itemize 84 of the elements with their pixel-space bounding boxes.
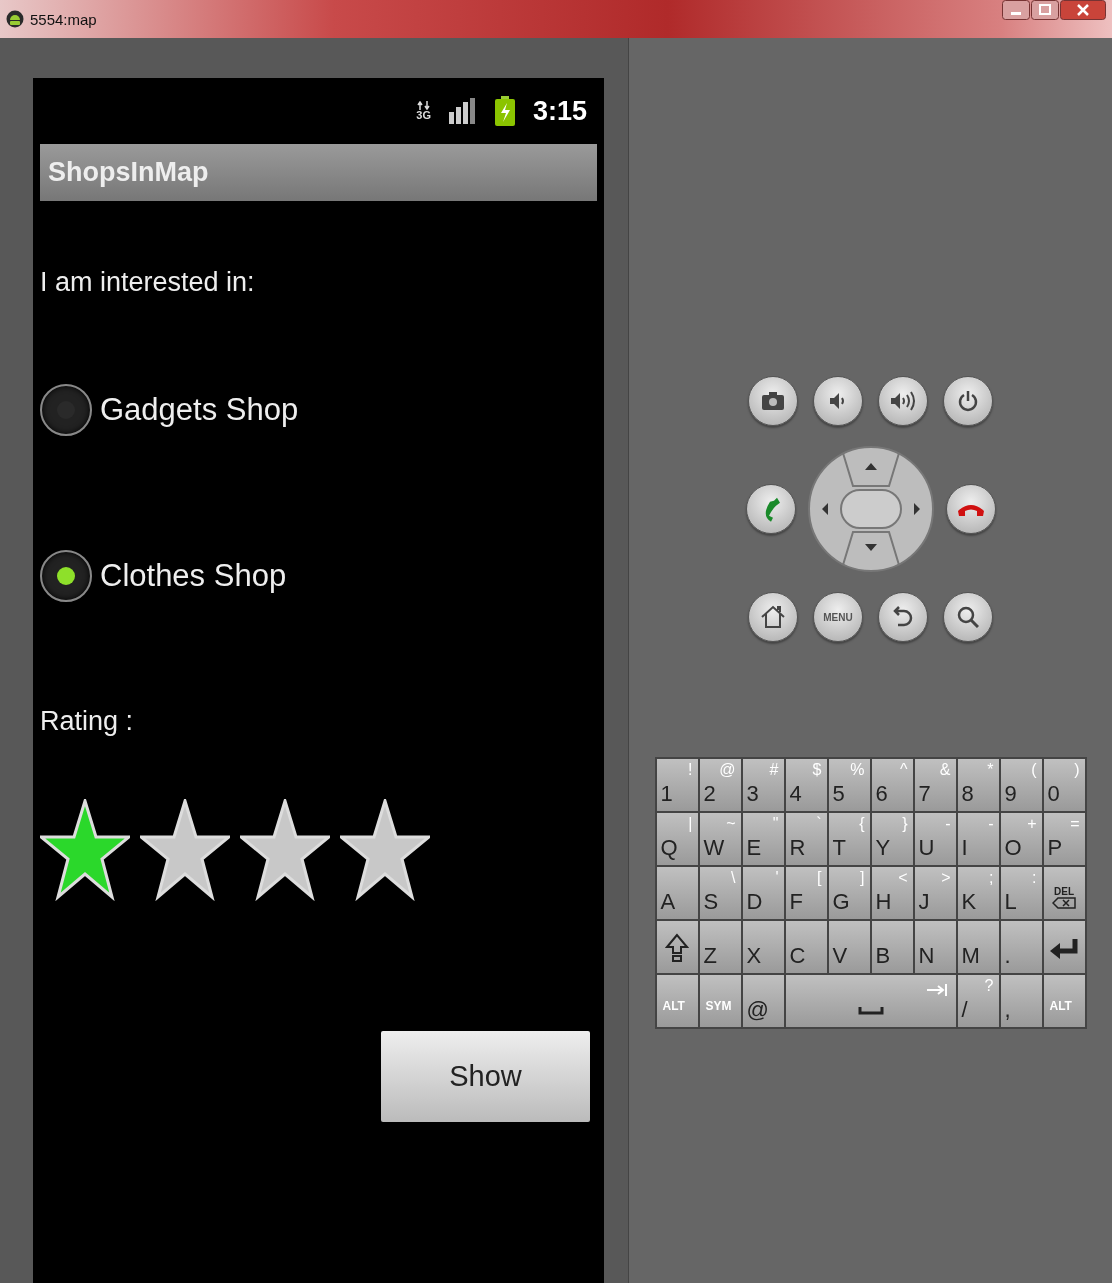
radio-button[interactable] xyxy=(40,384,92,436)
keyboard-key[interactable]: 0 ) xyxy=(1043,759,1085,811)
keyboard-key[interactable]: P = xyxy=(1043,813,1085,865)
radio-label[interactable]: Clothes Shop xyxy=(100,558,287,594)
keyboard-key[interactable]: F [ xyxy=(785,867,827,919)
minimize-button[interactable] xyxy=(1002,0,1030,20)
back-arrow-icon xyxy=(893,605,913,629)
keyboard-key[interactable]: H < xyxy=(871,867,913,919)
enter-icon xyxy=(1048,937,1081,961)
keyboard-key[interactable]: Q | xyxy=(656,813,698,865)
keyboard-key[interactable]: B xyxy=(871,921,913,973)
radio-button[interactable] xyxy=(40,550,92,602)
keyboard-key[interactable]: / ? xyxy=(957,975,999,1027)
call-button[interactable] xyxy=(745,484,796,534)
keyboard-key[interactable]: M xyxy=(957,921,999,973)
keyboard-key[interactable]: 1 ! xyxy=(656,759,698,811)
volume-up-button[interactable] xyxy=(878,376,928,426)
camera-icon xyxy=(762,392,784,410)
android-icon xyxy=(6,10,24,28)
shift-icon xyxy=(664,933,689,963)
keyboard-key[interactable]: J > xyxy=(914,867,956,919)
space-icon xyxy=(857,1007,884,1015)
keyboard-key[interactable]: L : xyxy=(1000,867,1042,919)
menu-button[interactable]: MENU xyxy=(813,592,863,642)
keyboard-key[interactable]: DEL xyxy=(1043,867,1085,919)
directional-pad[interactable] xyxy=(807,446,934,572)
hang-up-icon xyxy=(956,502,985,516)
keyboard-key[interactable]: N xyxy=(914,921,956,973)
back-button[interactable] xyxy=(878,592,928,642)
battery-icon xyxy=(494,96,515,126)
keyboard-key[interactable]: A xyxy=(656,867,698,919)
prompt-label: I am interested in: xyxy=(40,267,256,298)
keyboard-key[interactable]: Y } xyxy=(871,813,913,865)
search-button[interactable] xyxy=(943,592,993,642)
search-icon xyxy=(957,606,979,628)
end-call-button[interactable] xyxy=(945,484,996,534)
keyboard-key[interactable]: @ xyxy=(742,975,784,1027)
camera-button[interactable] xyxy=(748,376,798,426)
power-icon xyxy=(958,390,978,412)
keyboard-key[interactable]: 4 $ xyxy=(785,759,827,811)
keyboard-key[interactable]: 5 % xyxy=(828,759,870,811)
keyboard-key[interactable]: G ] xyxy=(828,867,870,919)
keyboard-key[interactable]: 7 & xyxy=(914,759,956,811)
keyboard-key[interactable]: W ~ xyxy=(699,813,741,865)
keyboard-key[interactable]: 2 @ xyxy=(699,759,741,811)
keyboard-key[interactable]: . xyxy=(1000,921,1042,973)
home-button[interactable] xyxy=(748,592,798,642)
keyboard-key[interactable]: 8 * xyxy=(957,759,999,811)
radio-label[interactable]: Gadgets Shop xyxy=(100,392,299,428)
keyboard-key[interactable]: 3 # xyxy=(742,759,784,811)
tab-icon xyxy=(925,983,948,997)
keyboard-key[interactable]: I - xyxy=(957,813,999,865)
keyboard-key[interactable]: Z xyxy=(699,921,741,973)
keyboard-key[interactable]: X xyxy=(742,921,784,973)
keyboard-key[interactable]: U - xyxy=(914,813,956,865)
maximize-button[interactable] xyxy=(1031,0,1059,20)
keyboard-key[interactable] xyxy=(1043,921,1085,973)
close-button[interactable] xyxy=(1060,0,1106,20)
keyboard-key[interactable]: O + xyxy=(1000,813,1042,865)
keyboard-key[interactable]: 9 ( xyxy=(1000,759,1042,811)
clock-time: 3:15 xyxy=(532,95,587,127)
keyboard-key[interactable] xyxy=(656,921,698,973)
keyboard-key[interactable]: T { xyxy=(828,813,870,865)
volume-down-button[interactable] xyxy=(813,376,863,426)
keyboard-key[interactable]: K ; xyxy=(957,867,999,919)
keyboard-key[interactable]: V xyxy=(828,921,870,973)
rating-label: Rating : xyxy=(40,706,135,737)
speaker-icon xyxy=(829,392,847,410)
signal-icon xyxy=(448,98,477,124)
show-button[interactable]: Show xyxy=(381,1031,590,1122)
speaker-loud-icon xyxy=(890,391,916,411)
keyboard-key[interactable]: S \ xyxy=(699,867,741,919)
network-indicator: 3G xyxy=(416,101,431,121)
keyboard-key[interactable]: D ' xyxy=(742,867,784,919)
keyboard-key[interactable]: E " xyxy=(742,813,784,865)
window-title: 5554:map xyxy=(30,10,97,28)
home-icon xyxy=(760,605,786,629)
power-button[interactable] xyxy=(943,376,993,426)
keyboard-key[interactable]: R ` xyxy=(785,813,827,865)
keyboard-key[interactable]: , xyxy=(1000,975,1042,1027)
backspace-icon xyxy=(1052,897,1076,909)
keyboard-key[interactable]: C xyxy=(785,921,827,973)
app-title: ShopsInMap xyxy=(48,157,209,188)
keyboard-key[interactable]: 6 ^ xyxy=(871,759,913,811)
